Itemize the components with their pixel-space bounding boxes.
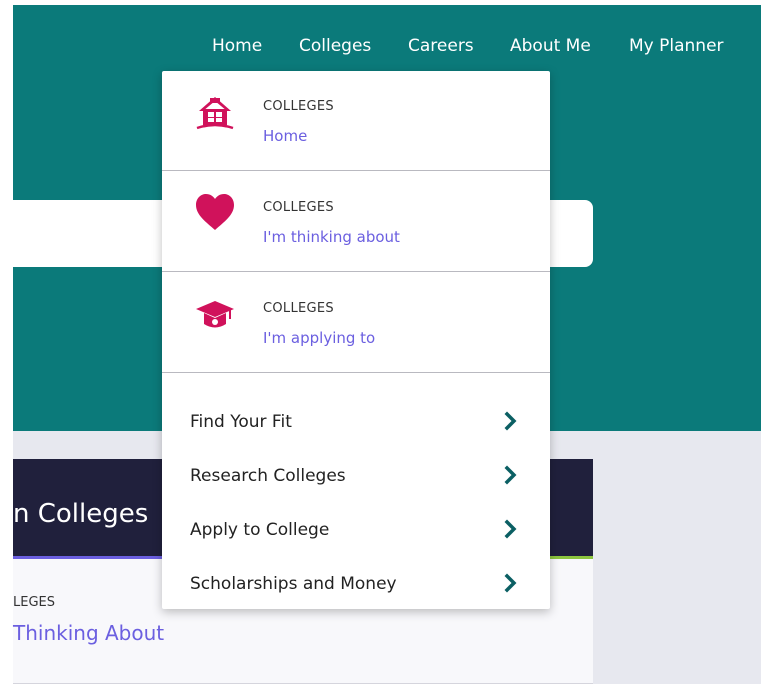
nav-colleges[interactable]: Colleges [299, 36, 371, 56]
card-link-thinking-about[interactable]: Thinking About [13, 621, 164, 645]
nav-about-me[interactable]: About Me [510, 36, 591, 56]
dropdown-link-scholarships-and-money[interactable]: Scholarships and Money [162, 564, 550, 604]
dropdown-link-find-your-fit[interactable]: Find Your Fit [162, 402, 550, 442]
dropdown-item-home[interactable]: COLLEGES Home [162, 71, 550, 171]
dropdown-link-label: Find Your Fit [190, 412, 292, 432]
dropdown-item-eyebrow: COLLEGES [263, 301, 334, 316]
dropdown-item-label[interactable]: Home [263, 127, 307, 145]
chevron-right-icon [504, 411, 517, 431]
graduation-cap-icon [196, 301, 234, 328]
chevron-right-icon [504, 465, 517, 485]
college-card-title: n Colleges [13, 499, 149, 529]
chevron-right-icon [504, 573, 517, 593]
dropdown-item-label[interactable]: I'm applying to [263, 329, 375, 347]
dropdown-link-label: Scholarships and Money [190, 574, 397, 594]
dropdown-item-eyebrow: COLLEGES [263, 99, 334, 114]
dropdown-link-label: Research Colleges [190, 466, 346, 486]
nav-home[interactable]: Home [212, 36, 262, 56]
nav-careers[interactable]: Careers [408, 36, 474, 56]
dropdown-link-label: Apply to College [190, 520, 330, 540]
top-nav: Home Colleges Careers About Me My Planne… [0, 36, 761, 58]
heart-icon [196, 194, 234, 230]
left-margin [0, 0, 13, 684]
dropdown-link-apply-to-college[interactable]: Apply to College [162, 510, 550, 550]
colleges-dropdown-menu: COLLEGES Home COLLEGES I'm thinking abou… [162, 71, 550, 609]
house-icon [196, 97, 234, 130]
nav-my-planner[interactable]: My Planner [629, 36, 724, 56]
dropdown-item-label[interactable]: I'm thinking about [263, 228, 400, 246]
dropdown-link-research-colleges[interactable]: Research Colleges [162, 456, 550, 496]
dropdown-item-eyebrow: COLLEGES [263, 200, 334, 215]
card-eyebrow: LEGES [13, 595, 55, 610]
dropdown-item-applying-to[interactable]: COLLEGES I'm applying to [162, 273, 550, 373]
chevron-right-icon [504, 519, 517, 539]
dropdown-item-thinking-about[interactable]: COLLEGES I'm thinking about [162, 172, 550, 272]
